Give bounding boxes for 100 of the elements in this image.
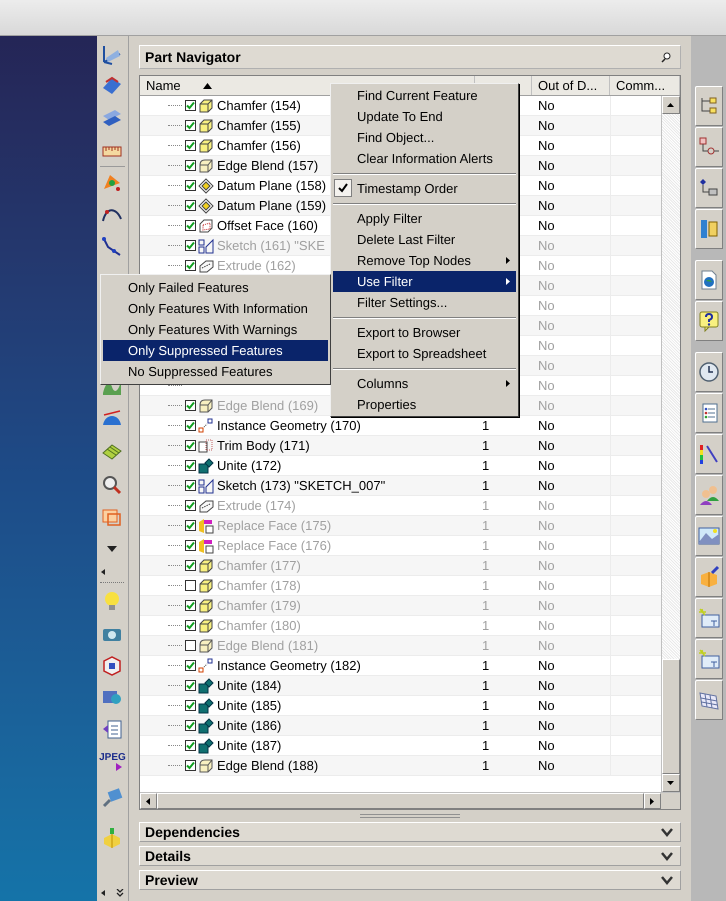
checkbox[interactable]: [184, 580, 196, 591]
checkbox[interactable]: [184, 160, 196, 171]
scroll-left-icon[interactable]: [146, 798, 150, 804]
out-of-date-cell-text: No: [538, 396, 555, 415]
checkbox[interactable]: [184, 700, 196, 711]
checkbox[interactable]: [184, 560, 196, 571]
menu-item[interactable]: Clear Information Alerts: [333, 148, 516, 169]
help-icon[interactable]: [696, 309, 721, 333]
checkbox[interactable]: [184, 400, 196, 411]
scroll-right-icon[interactable]: [650, 798, 654, 804]
checkbox[interactable]: [184, 420, 196, 431]
tool-icon[interactable]: [100, 786, 124, 810]
dropdown-arrow-icon[interactable]: [107, 546, 118, 552]
menu-item[interactable]: Export to Browser: [333, 322, 516, 343]
menu-item[interactable]: Remove Top Nodes: [333, 250, 516, 271]
feature-name[interactable]: Instance Geometry (182): [216, 656, 361, 676]
rounded-cube-icon: [198, 638, 214, 654]
out-of-date-cell-text: No: [538, 176, 555, 195]
checkbox[interactable]: [184, 740, 196, 751]
feature-name[interactable]: Unite (184): [216, 676, 282, 696]
feature-name[interactable]: Chamfer (155): [216, 116, 301, 136]
menu-item[interactable]: Columns: [333, 373, 516, 394]
checkbox[interactable]: [184, 200, 196, 211]
checkbox[interactable]: [184, 100, 196, 111]
column-header[interactable]: Out of D...: [532, 76, 610, 95]
checkbox[interactable]: [184, 480, 196, 491]
feature-name[interactable]: Offset Face (160): [216, 216, 318, 236]
menu-item[interactable]: Filter Settings...: [333, 292, 516, 313]
menu-item[interactable]: Only Features With Warnings: [103, 319, 328, 340]
checkbox[interactable]: [184, 660, 196, 671]
chevron-icon: [660, 828, 673, 836]
feature-name[interactable]: Chamfer (154): [216, 96, 301, 116]
scroll-down-icon[interactable]: [667, 781, 674, 785]
vertical-scrollbar[interactable]: [660, 96, 680, 792]
chevron-icon: [660, 852, 673, 860]
section-header[interactable]: Details: [138, 846, 681, 866]
checkbox[interactable]: [184, 640, 196, 651]
out-of-date-cell-text: No: [538, 676, 555, 695]
feature-name[interactable]: Trim Body (171): [216, 436, 310, 456]
section-header[interactable]: Preview: [138, 870, 681, 890]
menu-item[interactable]: Only Suppressed Features: [103, 340, 328, 361]
checkbox[interactable]: [184, 180, 196, 191]
horizontal-scrollbar[interactable]: [140, 792, 680, 809]
double-chevron-down-icon[interactable]: [116, 889, 124, 897]
checkbox[interactable]: [184, 540, 196, 551]
checkbox[interactable]: [184, 520, 196, 531]
united-blocks-icon: [198, 678, 214, 694]
scroll-thumb[interactable]: [662, 659, 680, 774]
menu-item[interactable]: Only Failed Features: [103, 277, 328, 298]
new-window-icon[interactable]: [696, 647, 721, 671]
checkbox[interactable]: [184, 620, 196, 631]
column-header[interactable]: Comm...: [610, 76, 680, 95]
feature-name[interactable]: Datum Plane (159): [216, 196, 326, 216]
left-arrow-icon[interactable]: [100, 890, 105, 896]
checkbox[interactable]: [184, 260, 196, 271]
checkbox[interactable]: [184, 460, 196, 471]
checkbox[interactable]: [184, 680, 196, 691]
feature-name[interactable]: Unite (186): [216, 716, 282, 736]
jpeg-button[interactable]: JPEG: [99, 752, 126, 762]
feature-name[interactable]: Unite (172): [216, 456, 282, 476]
sketch-icon: [198, 478, 214, 494]
checkbox[interactable]: [184, 220, 196, 231]
menu-item[interactable]: Apply Filter: [333, 208, 516, 229]
checkbox[interactable]: [184, 760, 196, 771]
out-of-date-cell-text: No: [538, 276, 555, 295]
out-of-date-cell-text: No: [538, 456, 555, 475]
checkbox[interactable]: [184, 120, 196, 131]
clock-icon[interactable]: [696, 360, 721, 384]
menu-item[interactable]: Update To End: [333, 106, 516, 127]
checkbox[interactable]: [184, 600, 196, 611]
feature-name[interactable]: Edge Blend (157): [216, 156, 318, 176]
menu-item[interactable]: Timestamp Order: [333, 178, 516, 199]
menu-item[interactable]: Only Features With Information: [103, 298, 328, 319]
layer-cell-text: 1: [482, 696, 490, 715]
checkbox[interactable]: [184, 240, 196, 251]
feature-name[interactable]: Unite (185): [216, 696, 282, 716]
menu-item[interactable]: Delete Last Filter: [333, 229, 516, 250]
feature-name[interactable]: Unite (187): [216, 736, 282, 756]
left-arrow-icon[interactable]: [100, 569, 105, 575]
feature-name[interactable]: Edge Blend (188): [216, 756, 318, 776]
menu-item[interactable]: No Suppressed Features: [103, 361, 328, 382]
out-of-date-cell-text: No: [538, 516, 555, 535]
out-of-date-cell-text: No: [538, 756, 555, 775]
checkbox[interactable]: [184, 720, 196, 731]
feature-name[interactable]: Datum Plane (158): [216, 176, 326, 196]
menu-item[interactable]: Find Object...: [333, 127, 516, 148]
section-header[interactable]: Dependencies: [138, 822, 681, 842]
checkbox[interactable]: [184, 500, 196, 511]
feature-name[interactable]: Chamfer (156): [216, 136, 301, 156]
feature-name[interactable]: Instance Geometry (170): [216, 416, 361, 436]
menu-item[interactable]: Properties: [333, 394, 516, 415]
scroll-up-icon[interactable]: [667, 103, 674, 107]
out-of-date-cell-text: No: [538, 596, 555, 615]
checkmark-icon: [334, 179, 352, 197]
checkbox[interactable]: [184, 140, 196, 151]
feature-name[interactable]: Sketch (173) "SKETCH_007": [216, 476, 386, 496]
menu-item[interactable]: Use Filter: [333, 271, 516, 292]
menu-item[interactable]: Export to Spreadsheet: [333, 343, 516, 364]
checkbox[interactable]: [184, 440, 196, 451]
new-window-icon[interactable]: [696, 606, 721, 630]
